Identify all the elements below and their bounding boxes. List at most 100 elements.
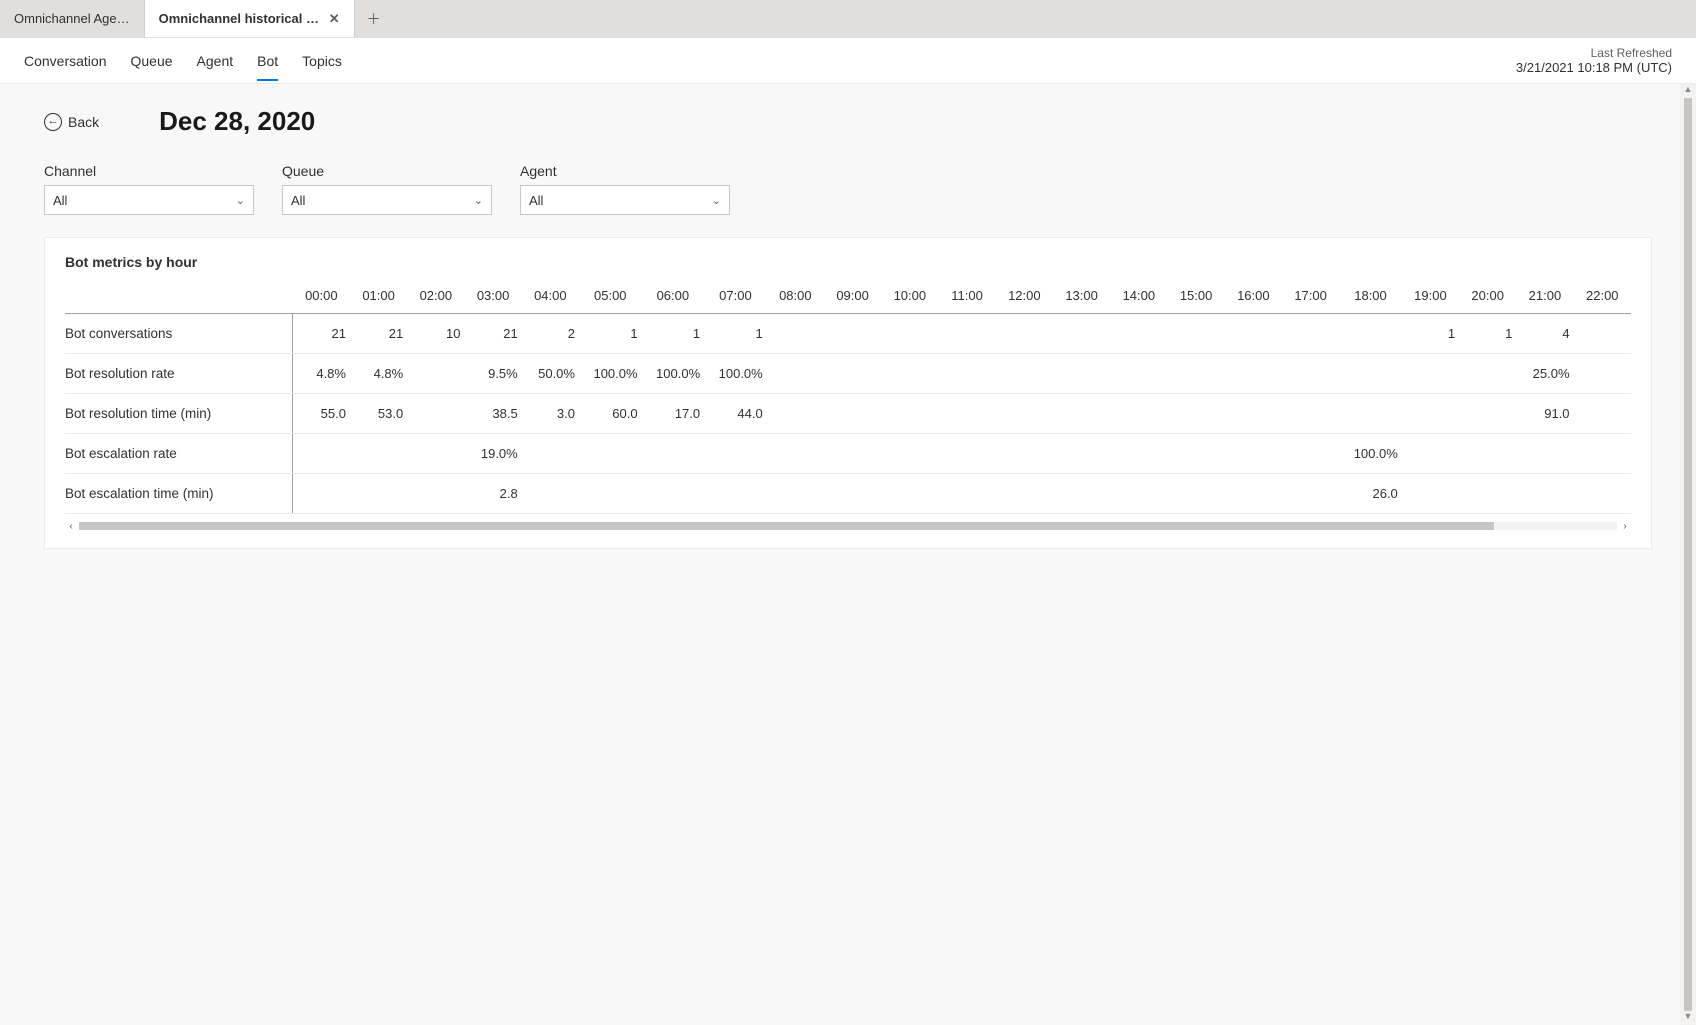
scroll-right-icon[interactable]: ›: [1619, 521, 1631, 532]
cell: 4.8%: [350, 354, 407, 394]
cell: [824, 434, 881, 474]
cell: [1402, 394, 1459, 434]
cell: [1225, 354, 1282, 394]
back-button[interactable]: ← Back: [44, 113, 99, 131]
cell: [1167, 474, 1224, 514]
cell: [1053, 314, 1110, 354]
cell: 4: [1516, 314, 1573, 354]
refresh-time: 3/21/2021 10:18 PM (UTC): [1516, 60, 1672, 75]
hour-header: 05:00: [579, 288, 642, 314]
cell: 44.0: [704, 394, 767, 434]
cell: [881, 474, 938, 514]
cell: [996, 434, 1053, 474]
filter-channel: Channel All⌄: [44, 163, 254, 215]
cell: 1: [1402, 314, 1459, 354]
cell: [579, 434, 642, 474]
cell: [1110, 314, 1167, 354]
cell: [824, 394, 881, 434]
cell: [1167, 434, 1224, 474]
cell: [824, 354, 881, 394]
cell: [1574, 314, 1631, 354]
nav-link-conversation[interactable]: Conversation: [24, 41, 107, 81]
cell: [704, 474, 767, 514]
cell: [881, 434, 938, 474]
cell: [1459, 474, 1516, 514]
nav-link-topics[interactable]: Topics: [302, 41, 342, 81]
cell: [1167, 354, 1224, 394]
chevron-down-icon: ⌄: [712, 194, 721, 207]
cell: [938, 314, 995, 354]
cell: [522, 434, 579, 474]
cell: [1110, 474, 1167, 514]
scroll-thumb[interactable]: [79, 522, 1494, 530]
cell: [1282, 394, 1339, 434]
cell: [996, 474, 1053, 514]
cell: 38.5: [464, 394, 521, 434]
back-label: Back: [68, 114, 99, 130]
cell: 53.0: [350, 394, 407, 434]
table-row: Bot escalation rate19.0%100.0%: [65, 434, 1631, 474]
row-label: Bot escalation rate: [65, 434, 293, 474]
cell: [1516, 434, 1573, 474]
cell: [1225, 394, 1282, 434]
cell: [938, 434, 995, 474]
cell: [996, 314, 1053, 354]
content-area: ← Back Dec 28, 2020 ChannelAll⌄QueueAll⌄…: [0, 84, 1696, 1025]
filter-label: Channel: [44, 163, 254, 179]
back-arrow-icon: ←: [44, 113, 62, 131]
hour-header: 14:00: [1110, 288, 1167, 314]
refresh-label: Last Refreshed: [1516, 46, 1672, 60]
cell: [350, 434, 407, 474]
cell: [350, 474, 407, 514]
cell: [407, 434, 464, 474]
tab-1[interactable]: Omnichannel historical an…✕: [145, 0, 355, 37]
cell: [1574, 354, 1631, 394]
hour-header: 03:00: [464, 288, 521, 314]
cell: [881, 314, 938, 354]
cell: 100.0%: [642, 354, 705, 394]
nav-link-bot[interactable]: Bot: [257, 41, 278, 81]
hour-header: 17:00: [1282, 288, 1339, 314]
hour-header: 20:00: [1459, 288, 1516, 314]
scroll-down-icon[interactable]: ▼: [1680, 1011, 1696, 1025]
scroll-left-icon[interactable]: ‹: [65, 521, 77, 532]
table-row: Bot conversations212110212111114: [65, 314, 1631, 354]
hour-header: 09:00: [824, 288, 881, 314]
row-label: Bot conversations: [65, 314, 293, 354]
filter-select-channel[interactable]: All⌄: [44, 185, 254, 215]
tab-0[interactable]: Omnichannel Age…: [0, 0, 145, 37]
vertical-scrollbar[interactable]: ▲ ▼: [1680, 84, 1696, 1025]
hour-header: 18:00: [1339, 288, 1402, 314]
plus-icon: ＋: [367, 9, 381, 29]
filter-value: All: [53, 193, 67, 208]
cell: 55.0: [293, 394, 350, 434]
filter-value: All: [291, 193, 305, 208]
cell: 21: [350, 314, 407, 354]
cell: [881, 394, 938, 434]
close-icon[interactable]: ✕: [329, 11, 340, 27]
filter-label: Queue: [282, 163, 492, 179]
nav-link-queue[interactable]: Queue: [131, 41, 173, 81]
cell: 21: [464, 314, 521, 354]
scroll-up-icon[interactable]: ▲: [1680, 84, 1696, 98]
filter-select-agent[interactable]: All⌄: [520, 185, 730, 215]
filter-queue: Queue All ⌄: [282, 163, 492, 215]
cell: [407, 394, 464, 434]
filter-agent: AgentAll⌄: [520, 163, 730, 215]
cell: [767, 474, 824, 514]
tab-label: Omnichannel Age…: [14, 11, 130, 26]
add-tab-button[interactable]: ＋: [355, 0, 393, 37]
hour-header: 01:00: [350, 288, 407, 314]
filter-select-queue[interactable]: All ⌄: [282, 185, 492, 215]
cell: [642, 474, 705, 514]
metrics-card-title: Bot metrics by hour: [65, 254, 1631, 270]
scroll-track[interactable]: [79, 522, 1617, 530]
cell: 1: [579, 314, 642, 354]
chevron-down-icon: ⌄: [474, 194, 483, 207]
hour-header: 13:00: [1053, 288, 1110, 314]
horizontal-scrollbar[interactable]: ‹ ›: [65, 520, 1631, 532]
nav-link-agent[interactable]: Agent: [197, 41, 234, 81]
cell: [579, 474, 642, 514]
page-title: Dec 28, 2020: [159, 106, 315, 137]
cell: [1402, 474, 1459, 514]
